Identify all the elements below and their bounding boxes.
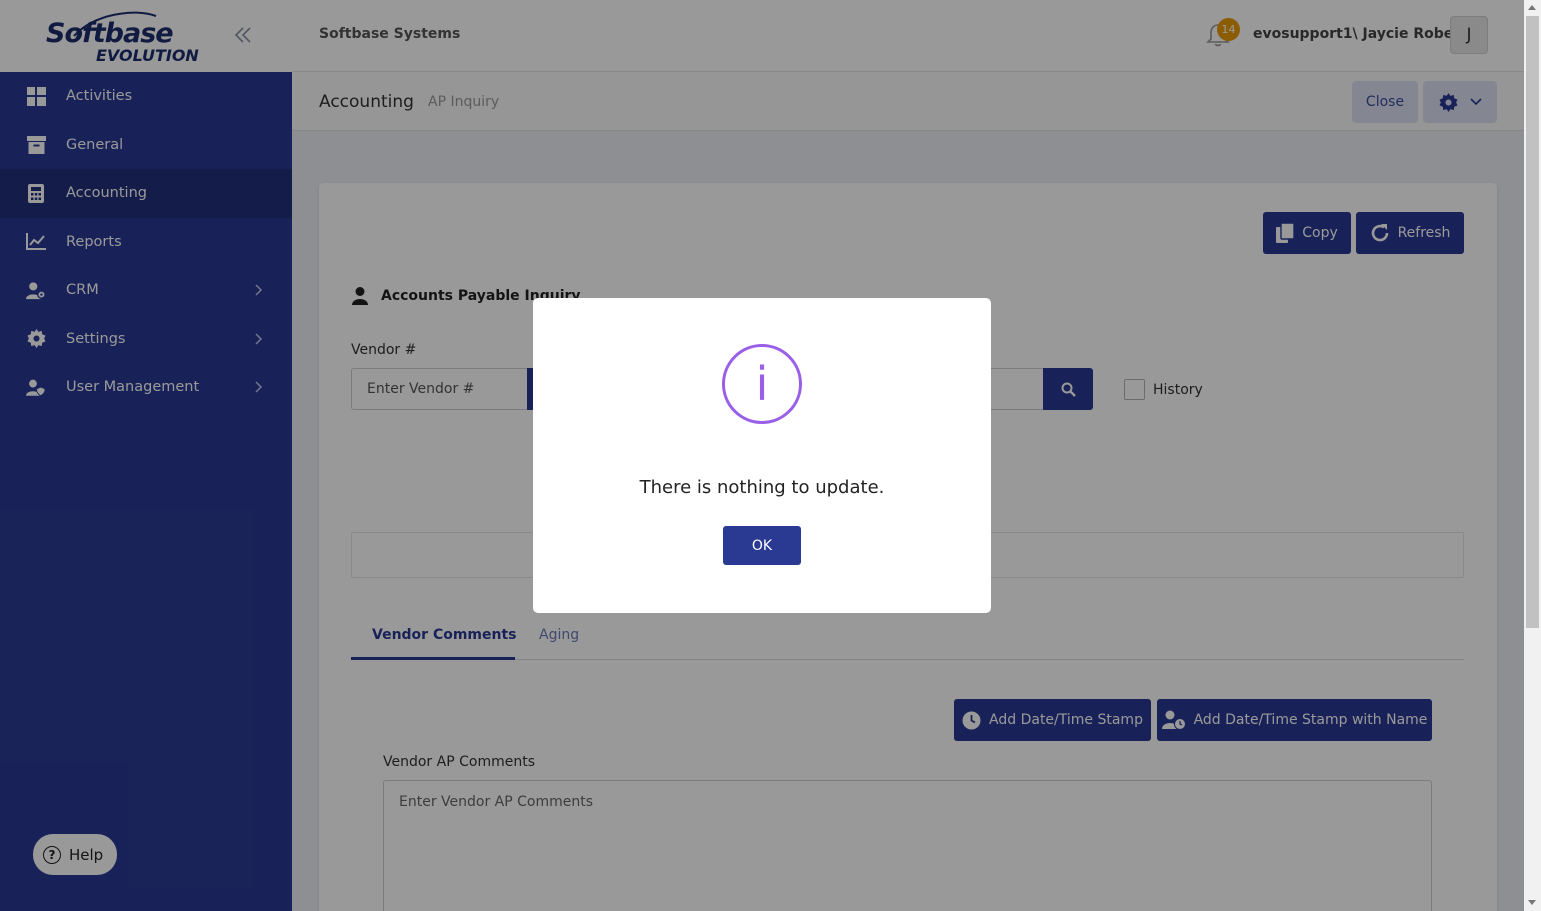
ok-button[interactable]: OK [723,526,801,565]
info-dialog: i There is nothing to update. OK [533,298,991,613]
page-scrollbar[interactable] [1524,0,1541,911]
info-icon: i [722,344,802,424]
dialog-message: There is nothing to update. [639,477,885,498]
scroll-up-arrow-icon[interactable] [1528,5,1536,10]
scrollbar-thumb[interactable] [1526,16,1539,628]
scroll-down-arrow-icon[interactable] [1528,900,1536,905]
